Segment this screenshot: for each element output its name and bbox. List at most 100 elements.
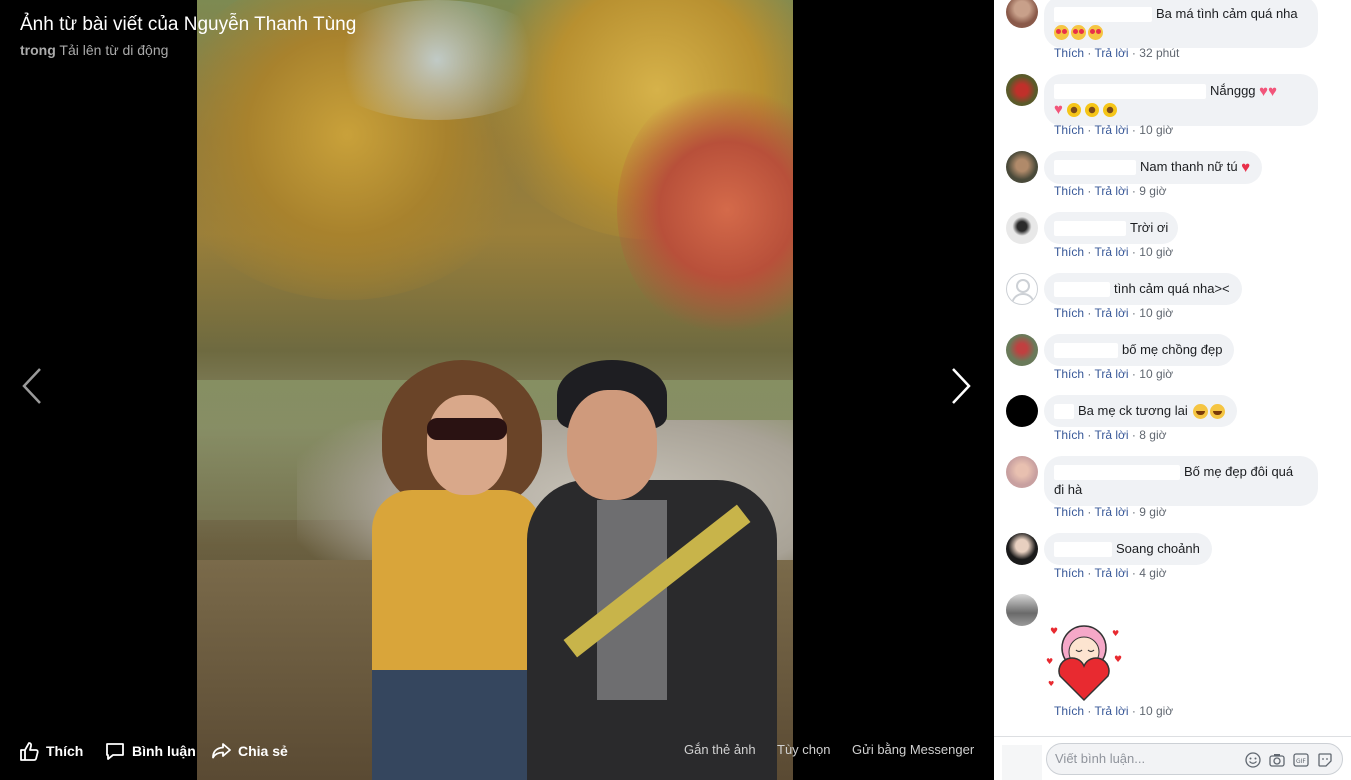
man-figure [527, 360, 777, 780]
comment-button[interactable]: Bình luận [104, 740, 196, 762]
comment-like-link[interactable]: Thích [1054, 184, 1084, 198]
avatar[interactable] [1006, 273, 1038, 305]
svg-text:GIF: GIF [1296, 758, 1306, 765]
avatar[interactable] [1006, 395, 1038, 427]
svg-text:♥: ♥ [1046, 657, 1053, 666]
comment-time: 10 giờ [1139, 123, 1174, 137]
comment-reply-link[interactable]: Trả lời [1094, 306, 1128, 320]
comment-meta: Thích · Trả lời · 9 giờ [1054, 184, 1167, 198]
comment-like-link[interactable]: Thích [1054, 566, 1084, 580]
comment-text: Trời ơi [1130, 220, 1169, 235]
chevron-left-icon[interactable] [18, 365, 48, 407]
comment-reply-link[interactable]: Trả lời [1094, 428, 1128, 442]
comment-time: 10 giờ [1139, 704, 1174, 718]
avatar[interactable] [1006, 456, 1038, 488]
comment-time: 32 phút [1139, 46, 1180, 60]
comment-like-link[interactable]: Thích [1054, 245, 1084, 259]
comment-reply-link[interactable]: Trả lời [1094, 704, 1128, 718]
comment-bubble: Ba mẹ ck tương lai [1044, 395, 1238, 427]
comment-icon [106, 743, 124, 760]
comment-bubble: Nắnggg ♥♥ ♥ [1044, 74, 1318, 127]
comment-bubble: Ba má tình cảm quá nha [1044, 0, 1318, 48]
comment-composer: Viết bình luận... GIF [994, 736, 1351, 780]
avatar[interactable] [1006, 74, 1038, 106]
my-avatar [1002, 745, 1042, 780]
comment-like-link[interactable]: Thích [1054, 306, 1084, 320]
comment-meta: Thích · Trả lời · 10 giờ [1054, 306, 1174, 320]
sunflower-emoji-icon [1066, 103, 1081, 118]
comment-meta: Thích · Trả lời · 10 giờ [1054, 123, 1174, 137]
comment-reply-link[interactable]: Trả lời [1094, 367, 1128, 381]
comment-meta: Thích · Trả lời · 10 giờ [1054, 704, 1174, 718]
sticker-icon[interactable] [1317, 752, 1333, 768]
svg-text:♥: ♥ [1112, 629, 1119, 638]
options-link[interactable]: Tùy chọn [777, 742, 830, 757]
avatar[interactable] [1006, 212, 1038, 244]
comment-text: Bố mẹ đẹp đôi quá [1184, 464, 1294, 479]
avatar[interactable] [1006, 594, 1038, 626]
comment-reply-link[interactable]: Trả lời [1094, 566, 1128, 580]
comment-reply-link[interactable]: Trả lời [1094, 245, 1128, 259]
subtitle-prefix: trong [20, 42, 56, 58]
comment-meta: Thích · Trả lời · 10 giờ [1054, 367, 1174, 381]
comment-bubble: Nam thanh nữ tú ♥ [1044, 151, 1263, 184]
album-link[interactable]: Tải lên từ di động [59, 42, 168, 58]
comment-like-link[interactable]: Thích [1054, 704, 1084, 718]
comment-text: bố mẹ chồng đẹp [1122, 342, 1223, 357]
comment-reply-link[interactable]: Trả lời [1094, 123, 1128, 137]
comment-bubble: tình cảm quá nha>< [1044, 273, 1242, 305]
comment-time: 10 giờ [1139, 245, 1174, 259]
photo-subtitle: trong Tải lên từ di động [20, 42, 168, 58]
comment-like-link[interactable]: Thích [1054, 367, 1084, 381]
comment-text: Soang choảnh [1116, 541, 1200, 556]
avatar[interactable] [1006, 334, 1038, 366]
avatar[interactable] [1006, 533, 1038, 565]
like-label: Thích [46, 743, 84, 759]
sunflower-emoji-icon [1084, 103, 1099, 118]
comment-reply-link[interactable]: Trả lời [1094, 184, 1128, 198]
avatar[interactable] [1006, 151, 1038, 183]
photo-viewer: Ảnh từ bài viết của Nguyễn Thanh Tùng tr… [0, 0, 994, 780]
comment-meta: Thích · Trả lời · 9 giờ [1054, 505, 1167, 519]
comment-like-link[interactable]: Thích [1054, 123, 1084, 137]
comment-time: 8 giờ [1139, 428, 1167, 442]
tag-photo-link[interactable]: Gắn thẻ ảnh [684, 742, 756, 757]
comment-time: 4 giờ [1139, 566, 1167, 580]
like-button[interactable]: Thích [18, 740, 83, 762]
comment-like-link[interactable]: Thích [1054, 46, 1084, 60]
comment-like-link[interactable]: Thích [1054, 428, 1084, 442]
comment-time: 10 giờ [1139, 367, 1174, 381]
comment-reply-link[interactable]: Trả lời [1094, 505, 1128, 519]
comment-text: Ba mẹ ck tương lai [1078, 403, 1188, 418]
send-messenger-link[interactable]: Gửi bằng Messenger [852, 742, 974, 757]
thumbs-up-icon [20, 742, 39, 761]
heart-eyes-emoji-icon [1054, 25, 1069, 41]
comment-input[interactable]: Viết bình luận... GIF [1046, 743, 1343, 775]
red-heart-emoji-icon: ♥ [1241, 158, 1251, 176]
pink-hair-girl-heart-sticker[interactable]: ♥ ♥ ♥ ♥ ♥ [1044, 620, 1122, 702]
comment-bubble: Trời ơi [1044, 212, 1179, 244]
gif-icon[interactable]: GIF [1293, 752, 1309, 768]
photo[interactable] [197, 0, 793, 780]
comment-text: Ba má tình cảm quá nha [1156, 6, 1298, 21]
comment-reply-link[interactable]: Trả lời [1094, 46, 1128, 60]
share-icon [212, 743, 231, 759]
comment-bubble: bố mẹ chồng đẹp [1044, 334, 1235, 366]
comment-time: 9 giờ [1139, 505, 1167, 519]
emoji-icon[interactable] [1245, 752, 1261, 768]
comment-time: 10 giờ [1139, 306, 1174, 320]
share-label: Chia sẻ [238, 743, 288, 759]
avatar[interactable] [1006, 0, 1038, 28]
chevron-right-icon[interactable] [945, 365, 975, 407]
comment-input-placeholder: Viết bình luận... [1055, 751, 1146, 766]
camera-icon[interactable] [1269, 752, 1285, 768]
heart-emoji-icon: ♥ [1268, 82, 1277, 100]
comment-like-link[interactable]: Thích [1054, 505, 1084, 519]
heart-emoji-icon: ♥ [1054, 101, 1063, 119]
comment-text: Nắnggg [1210, 83, 1256, 98]
comment-text: tình cảm quá nha>< [1114, 281, 1230, 296]
comment-label: Bình luận [132, 743, 196, 759]
heart-eyes-emoji-icon [1071, 25, 1086, 41]
comment-text: Nam thanh nữ tú [1140, 159, 1238, 174]
share-button[interactable]: Chia sẻ [210, 740, 288, 762]
